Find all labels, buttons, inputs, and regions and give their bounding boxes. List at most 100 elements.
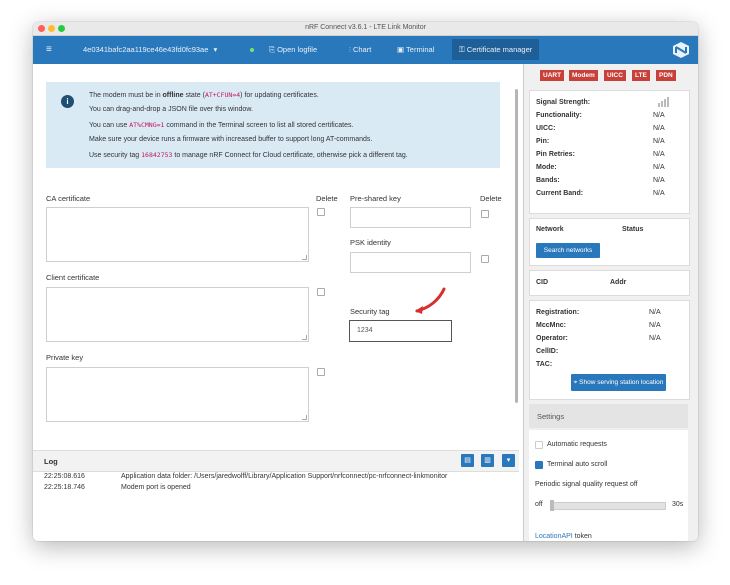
- slider-handle[interactable]: [550, 500, 554, 511]
- automatic-requests-checkbox[interactable]: [535, 441, 543, 449]
- bands-value: N/A: [653, 177, 665, 184]
- registration-value: N/A: [649, 309, 661, 316]
- log-message: Application data folder: /Users/jaredwol…: [121, 473, 448, 480]
- pre-shared-key-label: Pre-shared key: [350, 194, 401, 203]
- security-tag-value: 1234: [357, 327, 373, 334]
- pin-label: Pin:: [536, 138, 550, 145]
- uicc-value: N/A: [653, 125, 665, 132]
- operator-value: N/A: [649, 335, 661, 342]
- info-line-sectag: Use security tag 16842753 to manage nRF …: [89, 151, 408, 159]
- network-column-header: Network: [536, 226, 564, 233]
- delete-label-right: Delete: [480, 194, 502, 203]
- delete-label-left: Delete: [316, 194, 338, 203]
- log-level-dropdown[interactable]: ▾: [502, 454, 515, 467]
- open-logfile-label: Open logfile: [277, 45, 318, 54]
- file-icon: ⎘: [269, 45, 275, 54]
- automatic-requests-label: Automatic requests: [547, 441, 607, 448]
- registration-card: Registration: N/A MccMnc: N/A Operator: …: [529, 300, 690, 400]
- registration-label: Registration:: [536, 309, 580, 316]
- red-arrow-icon: [415, 287, 446, 314]
- modem-status-card: Signal Strength: Functionality: N/A UICC…: [529, 90, 690, 214]
- delete-client-checkbox[interactable]: [317, 288, 325, 296]
- device-serial: 4e0341bafc2aa119ce46e43fd0fc93ae: [83, 45, 209, 54]
- log-time: 22:25:08.616: [44, 473, 85, 480]
- private-key-label: Private key: [46, 353, 84, 362]
- search-networks-button[interactable]: Search networks: [536, 243, 600, 258]
- certificate-manager-view: i The modem must be in offline state (AT…: [33, 64, 519, 541]
- show-station-location-button[interactable]: ⌖ Show serving station location: [571, 374, 666, 391]
- open-logfile-button[interactable]: ⎘ Open logfile: [269, 36, 317, 64]
- terminal-auto-scroll-label: Terminal auto scroll: [547, 461, 608, 468]
- log-message: Modem port is opened: [121, 484, 191, 491]
- cid-column-header: CID: [536, 279, 549, 286]
- info-line-firmware: Make sure your device runs a firmware wi…: [89, 136, 373, 143]
- client-certificate-textarea[interactable]: [46, 287, 309, 342]
- ca-certificate-label: CA certificate: [46, 194, 91, 203]
- folder-icon: ▤: [464, 457, 471, 464]
- delete-private-checkbox[interactable]: [317, 368, 325, 376]
- clear-log-button[interactable]: ▥: [481, 454, 494, 467]
- sidebar: UART Modem UICC LTE PDN Signal Strength:…: [523, 64, 698, 541]
- delete-psk-identity-checkbox[interactable]: [481, 255, 489, 263]
- signal-strength-label: Signal Strength:: [536, 99, 591, 106]
- lte-badge: LTE: [632, 70, 650, 81]
- open-log-folder-button[interactable]: ▤: [461, 454, 474, 467]
- signal-request-slider[interactable]: [550, 500, 666, 511]
- location-api-token-label: LocationAPI token: [535, 533, 592, 540]
- psk-identity-input[interactable]: [350, 252, 471, 273]
- main-scrollbar[interactable]: [515, 89, 518, 403]
- settings-panel: Automatic requests Terminal auto scroll …: [529, 430, 688, 541]
- functionality-value: N/A: [653, 112, 665, 119]
- settings-header[interactable]: Settings: [529, 404, 688, 428]
- info-line-dragdrop: You can drag-and-drop a JSON file over t…: [89, 106, 253, 113]
- connection-status-dot: [250, 48, 254, 52]
- uart-badge: UART: [540, 70, 565, 81]
- title-bar: nRF Connect v3.6.1 - LTE Link Monitor: [33, 22, 698, 36]
- settings-title: Settings: [537, 412, 565, 421]
- show-station-location-label: Show serving station location: [579, 379, 664, 386]
- info-line-offline: The modem must be in offline state (AT+C…: [89, 91, 319, 99]
- trash-icon: ▥: [484, 457, 491, 464]
- hamburger-icon[interactable]: ≡: [46, 36, 52, 64]
- private-key-textarea[interactable]: [46, 367, 309, 422]
- periodic-request-label: Periodic signal quality request off: [535, 481, 638, 488]
- cellid-label: CellID:: [536, 348, 559, 355]
- terminal-label: Terminal: [406, 45, 435, 54]
- modem-badge: Modem: [569, 70, 598, 81]
- tac-label: TAC:: [536, 361, 553, 368]
- terminal-tab[interactable]: ▣ Terminal: [397, 36, 434, 64]
- operator-label: Operator:: [536, 335, 568, 342]
- current-band-label: Current Band:: [536, 190, 584, 197]
- slider-max-label: 30s: [672, 501, 684, 508]
- mccmnc-value: N/A: [649, 322, 661, 329]
- addr-column-header: Addr: [610, 279, 627, 286]
- pin-retries-label: Pin Retries:: [536, 151, 575, 158]
- network-card: Network Status Search networks: [529, 218, 690, 266]
- functionality-label: Functionality:: [536, 112, 582, 119]
- certificate-manager-tab[interactable]: ⚿ Certificate manager: [452, 39, 540, 60]
- pdn-badge: PDN: [656, 70, 676, 81]
- signal-bars-icon: [658, 97, 669, 107]
- log-title: Log: [44, 457, 58, 466]
- info-box: i The modem must be in offline state (AT…: [46, 82, 500, 168]
- pre-shared-key-input[interactable]: [350, 207, 471, 228]
- mccmnc-label: MccMnc:: [536, 322, 566, 329]
- pin-retries-value: N/A: [653, 151, 665, 158]
- delete-ca-checkbox[interactable]: [317, 208, 325, 216]
- ca-certificate-textarea[interactable]: [46, 207, 309, 262]
- device-selector[interactable]: 4e0341bafc2aa119ce46e43fd0fc93ae ▾: [83, 36, 217, 64]
- mode-value: N/A: [653, 164, 665, 171]
- current-band-value: N/A: [653, 190, 665, 197]
- chart-tab[interactable]: ⫶ Chart: [349, 36, 371, 64]
- terminal-auto-scroll-checkbox[interactable]: [535, 461, 543, 469]
- security-tag-input[interactable]: 1234: [349, 320, 452, 342]
- app-window: nRF Connect v3.6.1 - LTE Link Monitor ≡ …: [33, 22, 698, 541]
- terminal-icon: ▣: [397, 45, 405, 54]
- status-column-header: Status: [622, 226, 644, 233]
- delete-psk-checkbox[interactable]: [481, 210, 489, 218]
- top-navbar: ≡ 4e0341bafc2aa119ce46e43fd0fc93ae ▾ ⎘ O…: [33, 36, 698, 64]
- log-row: 22:25:18.746 Modem port is opened: [33, 483, 519, 494]
- uicc-label: UICC:: [536, 125, 556, 132]
- caret-down-icon: ▾: [213, 45, 218, 54]
- psk-identity-label: PSK identity: [350, 238, 391, 247]
